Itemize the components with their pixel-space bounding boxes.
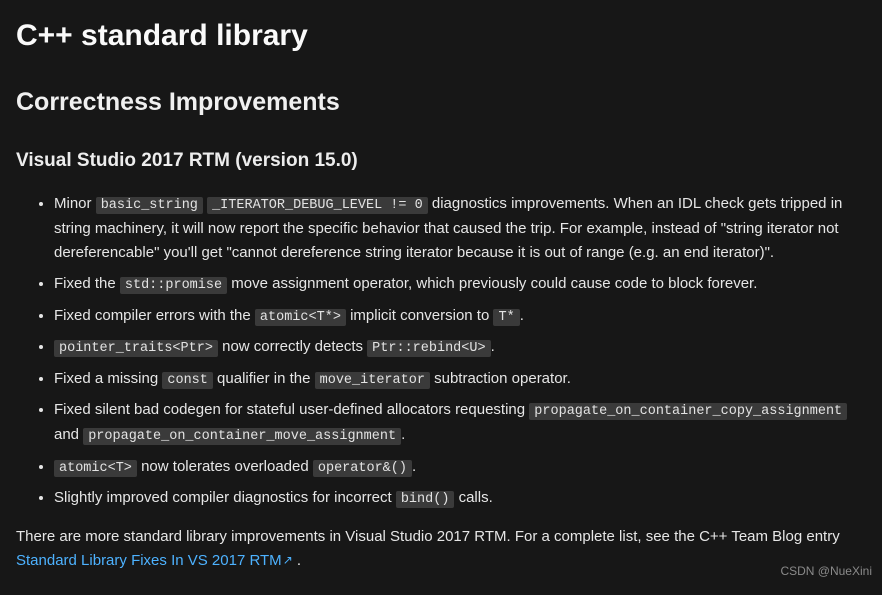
list-item: Fixed compiler errors with the atomic<T*… <box>54 304 866 329</box>
list-item: pointer_traits<Ptr> now correctly detect… <box>54 335 866 360</box>
list-item: Minor basic_string _ITERATOR_DEBUG_LEVEL… <box>54 192 866 265</box>
inline-code: Ptr::rebind<U> <box>367 340 490 357</box>
inline-code: atomic<T*> <box>255 309 346 326</box>
list-item: Slightly improved compiler diagnostics f… <box>54 486 866 511</box>
external-link-icon: ↗ <box>283 551 293 570</box>
inline-code: _ITERATOR_DEBUG_LEVEL != 0 <box>207 197 428 214</box>
list-item: Fixed silent bad codegen for stateful us… <box>54 398 866 447</box>
inline-code: std::promise <box>120 277 227 294</box>
page-title: C++ standard library <box>16 12 866 60</box>
footer-text-pre: There are more standard library improvem… <box>16 528 840 545</box>
footer-paragraph: There are more standard library improvem… <box>16 525 866 573</box>
inline-code: move_iterator <box>315 372 430 389</box>
inline-code: bind() <box>396 491 455 508</box>
inline-code: const <box>162 372 213 389</box>
inline-code: operator&() <box>313 460 412 477</box>
list-item: Fixed a missing const qualifier in the m… <box>54 367 866 392</box>
list-item: atomic<T> now tolerates overloaded opera… <box>54 455 866 480</box>
inline-code: propagate_on_container_move_assignment <box>83 428 401 445</box>
inline-code: T* <box>493 309 519 326</box>
inline-code: atomic<T> <box>54 460 137 477</box>
list-item: Fixed the std::promise move assignment o… <box>54 272 866 297</box>
footer-text-post: . <box>297 552 301 569</box>
inline-code: propagate_on_container_copy_assignment <box>529 403 847 420</box>
improvements-list: Minor basic_string _ITERATOR_DEBUG_LEVEL… <box>16 192 866 510</box>
footer-link[interactable]: Standard Library Fixes In VS 2017 RTM↗ <box>16 552 297 569</box>
subsection-heading: Visual Studio 2017 RTM (version 15.0) <box>16 146 866 176</box>
inline-code: basic_string <box>96 197 203 214</box>
section-heading: Correctness Improvements <box>16 82 866 122</box>
watermark: CSDN @NueXini <box>780 562 872 581</box>
inline-code: pointer_traits<Ptr> <box>54 340 218 357</box>
